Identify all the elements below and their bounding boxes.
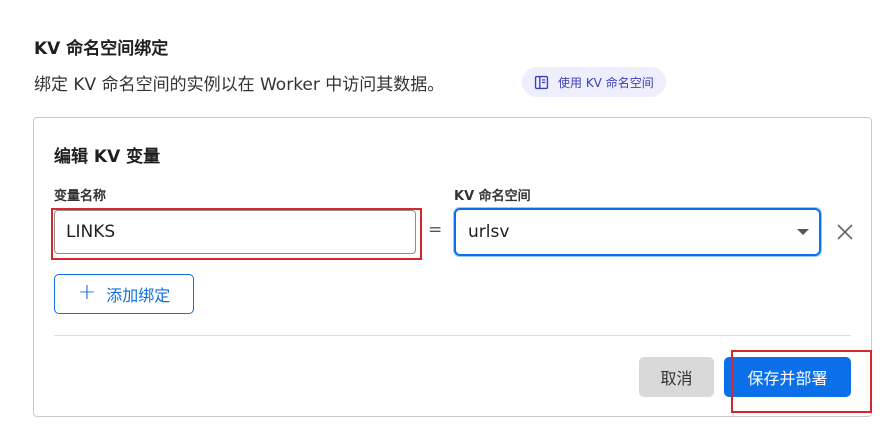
plus-icon: + bbox=[77, 280, 97, 305]
chevron-down-icon bbox=[797, 229, 809, 235]
edit-kv-card: 编辑 KV 变量 变量名称 KV 命名空间 = urlsv + 添加绑定 取消 … bbox=[33, 117, 872, 417]
section-description: 绑定 KV 命名空间的实例以在 Worker 中访问其数据。 bbox=[34, 75, 445, 95]
cancel-button[interactable]: 取消 bbox=[639, 357, 714, 397]
namespace-label: KV 命名空间 bbox=[454, 189, 531, 204]
variable-name-input[interactable] bbox=[54, 210, 416, 254]
equals-sign: = bbox=[428, 220, 443, 240]
variable-name-label: 变量名称 bbox=[54, 189, 107, 204]
add-binding-button[interactable]: + 添加绑定 bbox=[54, 274, 194, 314]
divider bbox=[54, 335, 851, 336]
book-icon bbox=[534, 75, 549, 89]
namespace-select-value: urlsv bbox=[468, 222, 510, 242]
docs-link-label: 使用 KV 命名空间 bbox=[558, 75, 654, 90]
section-title: KV 命名空间绑定 bbox=[34, 39, 169, 59]
close-icon[interactable] bbox=[834, 221, 856, 243]
save-and-deploy-button[interactable]: 保存并部署 bbox=[724, 357, 851, 397]
namespace-select[interactable]: urlsv bbox=[454, 208, 821, 256]
docs-link[interactable]: 使用 KV 命名空间 bbox=[522, 67, 666, 97]
card-title: 编辑 KV 变量 bbox=[54, 147, 161, 167]
add-binding-label: 添加绑定 bbox=[106, 286, 171, 305]
